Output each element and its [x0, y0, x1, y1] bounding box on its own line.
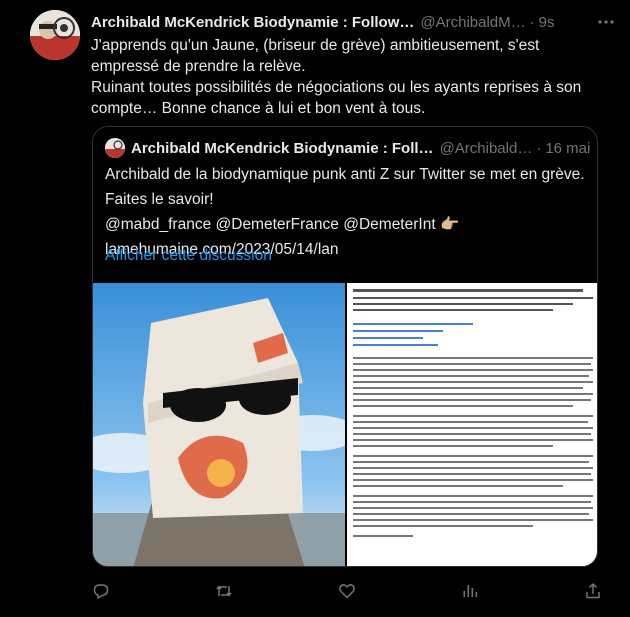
show-thread-link[interactable]: Afficher cette discussion	[105, 247, 272, 265]
tweet[interactable]: Archibald McKendrick Biodynamie : Follow…	[0, 0, 630, 617]
tweet-text: J'apprends qu'un Jaune, (briseur de grèv…	[91, 35, 611, 119]
quoted-mentions[interactable]: @mabd_france @DemeterFrance @DemeterInt	[105, 216, 436, 233]
views-icon[interactable]	[460, 581, 480, 601]
tweet-header: Archibald McKendrick Biodynamie : Follow…	[91, 11, 611, 33]
tweet-text-line: Ruinant toutes possibilités de négociati…	[91, 79, 582, 117]
quoted-line: Faites le savoir!	[105, 191, 214, 208]
quoted-author-name: Archibald McKendrick Biodynamie : Foll…	[131, 139, 434, 157]
action-bar	[91, 580, 603, 602]
media-document-screenshot[interactable]	[345, 283, 597, 566]
author-handle[interactable]: @ArchibaldM…	[420, 14, 525, 31]
separator-dot: ·	[529, 13, 535, 31]
separator-dot: ·	[536, 139, 542, 157]
quoted-tweet[interactable]: Archibald McKendrick Biodynamie : Foll… …	[92, 126, 598, 567]
quoted-media[interactable]	[93, 283, 597, 566]
quoted-line: Archibald de la biodynamique punk anti Z…	[105, 166, 585, 183]
reply-icon[interactable]	[91, 581, 111, 601]
more-icon[interactable]	[596, 12, 616, 32]
pointing-emoji: 👉🏼	[439, 216, 460, 233]
media-photo[interactable]	[93, 283, 345, 566]
quoted-author-handle: @Archibald…	[439, 139, 533, 157]
quoted-avatar	[105, 138, 125, 158]
share-icon[interactable]	[583, 581, 603, 601]
quoted-mentions-line: @mabd_france @DemeterFrance @DemeterInt …	[105, 213, 585, 236]
like-icon[interactable]	[337, 581, 357, 601]
quoted-time: 16 mai	[545, 139, 591, 157]
retweet-icon[interactable]	[214, 581, 234, 601]
author-avatar[interactable]	[30, 10, 80, 60]
tweet-text-line: J'apprends qu'un Jaune, (briseur de grèv…	[91, 37, 540, 75]
author-name[interactable]: Archibald McKendrick Biodynamie : Follow…	[91, 14, 414, 31]
quoted-header: Archibald McKendrick Biodynamie : Foll… …	[105, 137, 590, 159]
tweet-time[interactable]: 9s	[539, 14, 555, 31]
